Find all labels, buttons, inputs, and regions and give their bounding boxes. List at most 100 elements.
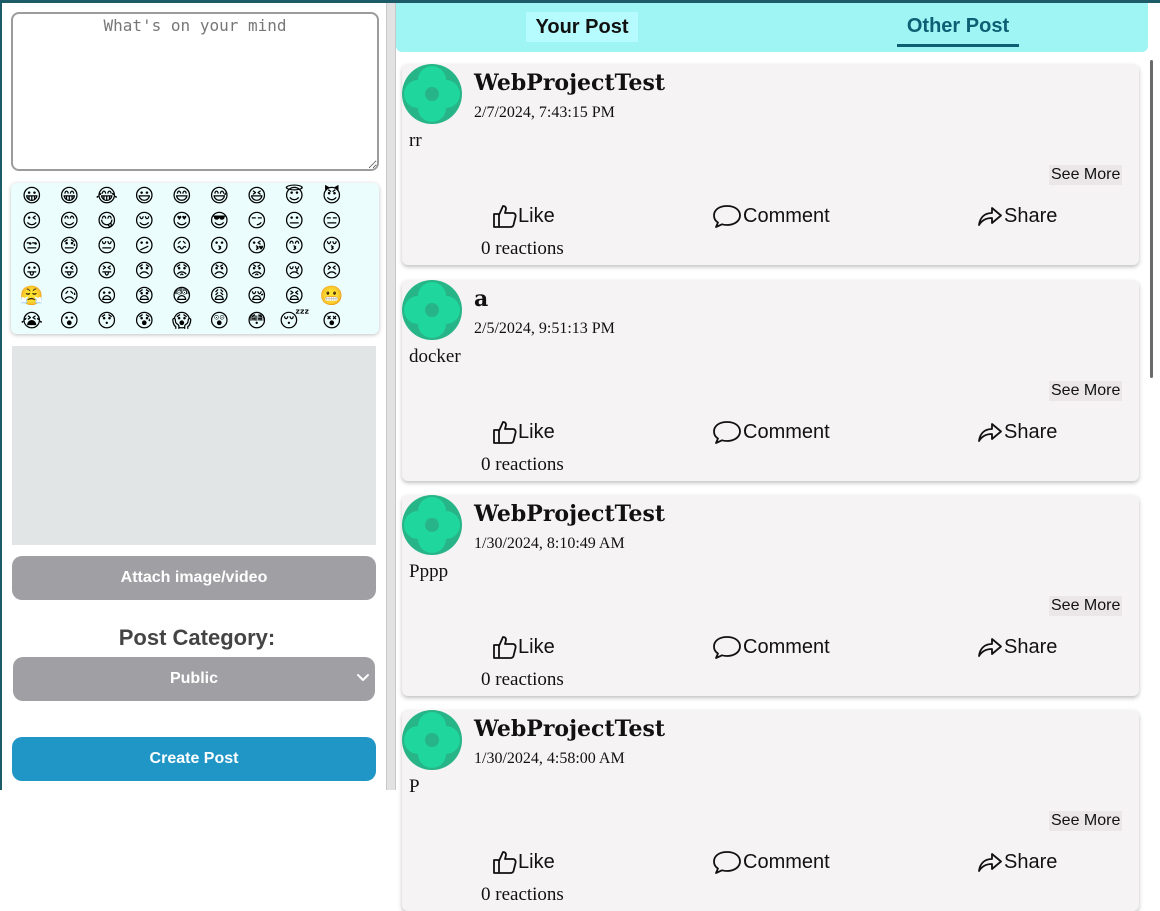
avatar[interactable] [402,495,462,555]
emoji-button[interactable]: 😘 [238,234,276,259]
see-more-button[interactable]: See More [1049,811,1123,831]
emoji-button[interactable]: 😂 [88,184,126,209]
share-label: Share [1004,850,1058,873]
emoji-button[interactable]: 😮 [51,309,89,334]
post-text-input[interactable] [11,12,379,171]
post-category-value: Public [169,670,218,687]
emoji-button[interactable]: 😐 [276,209,314,234]
avatar[interactable] [402,280,462,340]
emoji-button[interactable]: 😡 [238,259,276,284]
emoji-button[interactable]: 😕 [126,234,164,259]
avatar[interactable] [402,710,462,770]
emoji-button[interactable]: 😇 [276,184,314,209]
emoji-button[interactable]: 😱 [163,309,201,334]
comment-button[interactable]: Comment [711,201,830,231]
emoji-button[interactable]: 😗 [201,234,239,259]
emoji-button[interactable]: 😓 [51,234,89,259]
emoji-button[interactable]: 😌 [126,209,164,234]
see-more-button[interactable]: See More [1049,381,1123,401]
share-label: Share [1004,204,1058,227]
emoji-button[interactable]: 😤 [13,284,51,309]
post-date: 2/7/2024, 7:43:15 PM [474,104,615,121]
emoji-button[interactable]: 😞 [126,259,164,284]
emoji-button[interactable]: 😦 [88,284,126,309]
emoji-button[interactable]: 😴 [276,309,314,334]
emoji-button[interactable]: 😍 [163,209,201,234]
comment-button[interactable]: Comment [711,417,830,447]
share-button[interactable]: Share [976,847,1057,877]
post-author[interactable]: a [474,286,488,312]
share-button[interactable]: Share [976,632,1057,662]
attach-media-button[interactable]: Attach image/video [12,556,376,600]
emoji-button[interactable]: 😯 [88,309,126,334]
emoji-button[interactable]: 😃 [126,184,164,209]
create-post-button[interactable]: Create Post [12,737,376,781]
emoji-button[interactable]: 😑 [313,209,351,234]
emoji-button[interactable]: 😠 [201,259,239,284]
panel-divider[interactable] [386,3,396,790]
see-more-button[interactable]: See More [1049,165,1123,185]
emoji-button[interactable]: 😣 [313,259,351,284]
chevron-down-icon [357,674,369,681]
reaction-count: 0 reactions [481,884,564,905]
emoji-button[interactable]: 😩 [201,284,239,309]
share-button[interactable]: Share [976,201,1057,231]
scrollbar-thumb[interactable] [1150,60,1153,378]
emoji-button[interactable]: 😲 [201,309,239,334]
share-label: Share [1004,420,1058,443]
emoji-button[interactable]: 😨 [163,284,201,309]
emoji-button[interactable]: 😥 [51,284,89,309]
emoji-button[interactable]: 😧 [126,284,164,309]
like-button[interactable]: Like [492,201,555,231]
media-preview-area [12,346,376,545]
comment-button[interactable]: Comment [711,632,830,662]
post-author[interactable]: WebProjectTest [474,716,665,742]
post-category-select[interactable]: Public [13,657,375,701]
comment-button[interactable]: Comment [711,847,830,877]
share-button[interactable]: Share [976,417,1057,447]
emoji-button[interactable]: 😪 [238,284,276,309]
emoji-button[interactable]: 😀 [13,184,51,209]
thumbs-up-icon [493,205,517,228]
reaction-count: 0 reactions [481,238,564,259]
emoji-button[interactable]: 😋 [88,209,126,234]
emoji-button[interactable]: 😫 [276,284,314,309]
feed-scrollbar[interactable] [1148,58,1160,790]
emoji-button[interactable]: 😭 [13,309,51,334]
like-button[interactable]: Like [492,417,555,447]
emoji-button[interactable]: 😆 [238,184,276,209]
emoji-button[interactable]: 😏 [238,209,276,234]
emoji-button[interactable]: 😙 [276,234,314,259]
emoji-button[interactable]: 😖 [163,234,201,259]
emoji-button[interactable]: 😔 [88,234,126,259]
emoji-button[interactable]: 😬 [313,284,351,309]
emoji-button[interactable]: 😰 [126,309,164,334]
emoji-button[interactable]: 😜 [51,259,89,284]
emoji-button[interactable]: 😎 [201,209,239,234]
emoji-button[interactable]: 😳 [238,309,276,334]
emoji-button[interactable]: 😅 [201,184,239,209]
emoji-button[interactable]: 😢 [276,259,314,284]
see-more-button[interactable]: See More [1049,596,1123,616]
tab-your-post[interactable]: Your Post [526,12,638,42]
emoji-button[interactable]: 😵 [313,309,351,334]
emoji-button[interactable]: 😛 [13,259,51,284]
share-arrow-icon [978,853,1002,872]
like-button[interactable]: Like [492,632,555,662]
emoji-button[interactable]: 😉 [13,209,51,234]
post-content: P [409,776,420,797]
emoji-button[interactable]: 😝 [88,259,126,284]
emoji-button[interactable]: 😒 [13,234,51,259]
avatar[interactable] [402,64,462,124]
post-author[interactable]: WebProjectTest [474,501,665,527]
post-author[interactable]: WebProjectTest [474,70,665,96]
emoji-button[interactable]: 😁 [51,184,89,209]
emoji-button[interactable]: 😄 [163,184,201,209]
like-button[interactable]: Like [492,847,555,877]
tab-other-post[interactable]: Other Post [897,11,1019,47]
emoji-button[interactable]: 😊 [51,209,89,234]
emoji-button[interactable]: 😟 [163,259,201,284]
emoji-button[interactable]: 😚 [313,234,351,259]
reaction-count: 0 reactions [481,454,564,475]
emoji-button[interactable]: 😈 [313,184,351,209]
